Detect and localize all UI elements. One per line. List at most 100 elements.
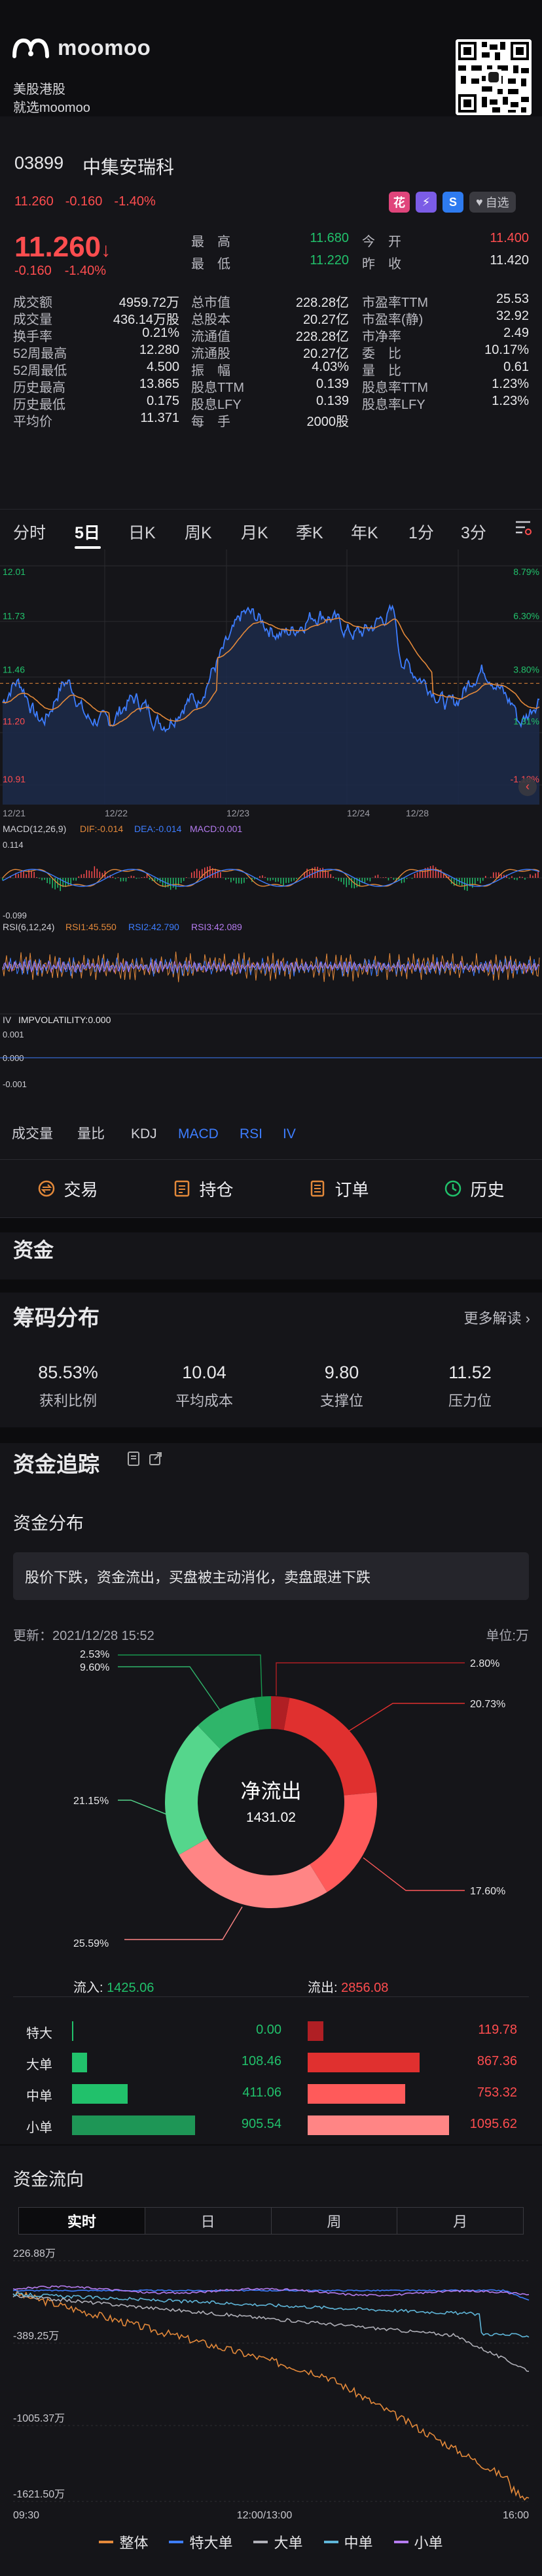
divider (0, 1218, 542, 1232)
quote-value: 4959.72万 (118, 296, 179, 310)
quote-value: 228.28亿 (295, 330, 349, 344)
qr-code[interactable] (456, 39, 532, 115)
tab-period[interactable]: 季K (296, 520, 323, 544)
indicator-tab[interactable]: RSI (240, 1126, 262, 1141)
indicator-tab[interactable]: 量比 (77, 1126, 105, 1141)
indicator-tab[interactable]: IV (283, 1126, 296, 1141)
divider (13, 1996, 529, 1997)
tab-underline (75, 546, 101, 549)
chart-settings-icon[interactable] (515, 519, 532, 536)
y-axis-right-label: 6.30% (513, 610, 539, 621)
chip-stat-label: 支撑位 (319, 1393, 363, 1409)
y-axis-right-label: 8.79% (513, 566, 539, 577)
donut-leader-line (276, 1662, 465, 1696)
positions-icon (175, 1180, 190, 1197)
macd-dea: DEA:-0.014 (134, 824, 182, 834)
history-button[interactable]: 历史 (406, 1160, 542, 1217)
quote-value: 436.14万股 (113, 313, 179, 327)
change-value: -0.160 (14, 264, 52, 278)
flower-icon[interactable]: 花 (389, 192, 410, 213)
divider (0, 1279, 542, 1293)
indicator-tab[interactable]: MACD (178, 1126, 219, 1141)
price-value: 11.260 (14, 231, 101, 263)
quote-value: 25.53 (496, 292, 529, 306)
legend-total: 整体 (99, 2532, 148, 2552)
tab-period[interactable]: 月K (241, 520, 268, 544)
chip-stat: 10.04 平均成本 (145, 1363, 263, 1410)
legend-medium-label: 中单 (344, 2535, 373, 2551)
flow-x-label: 16:00 (503, 2510, 529, 2521)
down-arrow-icon: ↓ (101, 239, 111, 261)
add-watchlist-button[interactable]: ♥ 自选 (469, 192, 516, 213)
chip-title: 筹码分布 (13, 1306, 99, 1330)
donut-leader-line (118, 1654, 262, 1697)
tab-period[interactable]: 日K (128, 520, 156, 544)
share-icon[interactable] (148, 1451, 164, 1467)
indicator-tab[interactable]: 成交量 (12, 1126, 53, 1141)
donut-center-value: 1431.02 (246, 1810, 296, 1825)
flow-x-label: 12:00/13:00 (237, 2510, 293, 2521)
quote-label: 股息TTM (191, 381, 245, 395)
quote-label: 换手率 (13, 330, 52, 344)
outflow-label: 流出: (308, 1981, 338, 1995)
tab-period[interactable]: 5日 (75, 520, 100, 544)
divider (0, 1427, 542, 1443)
outflow-row: 流出: 2856.08 (308, 1977, 388, 1996)
chip-stat: 9.80 支撑位 (283, 1363, 401, 1410)
inflow-bar (72, 2053, 87, 2072)
price-chart[interactable]: 12.01 11.73 11.46 11.20 10.91 8.79% 6.30% 3.80%… (0, 549, 542, 1158)
donut-percent-label: 17.60% (470, 1886, 505, 1897)
y-axis-label: 10.91 (3, 774, 26, 784)
more-analysis-link[interactable]: 更多解读 › (464, 1307, 530, 1328)
tab-period[interactable]: 年K (351, 520, 378, 544)
tab-month[interactable]: 月 (397, 2208, 523, 2234)
quote-value: 12.280 (139, 343, 179, 357)
flow-row-name: 中单 (26, 2089, 52, 2104)
info-doc-icon[interactable] (127, 1451, 141, 1467)
inflow-value: 1425.06 (107, 1981, 154, 1995)
orders-button[interactable]: 订单 (271, 1160, 406, 1217)
quote-label: 历史最低 (13, 398, 65, 412)
quote-label: 委 比 (362, 347, 401, 361)
quote-value: 11.371 (140, 411, 179, 425)
quote-low-value: 11.220 (310, 253, 349, 268)
tab-period[interactable]: 分时 (13, 520, 46, 544)
s-badge-icon[interactable]: S (443, 192, 463, 213)
trade-button[interactable]: 交易 (0, 1160, 136, 1217)
flow-y-label: -1621.50万 (13, 2489, 65, 2500)
quote-label: 流通股 (191, 347, 230, 361)
tab-realtime[interactable]: 实时 (19, 2208, 145, 2234)
rsi1: RSI1:45.550 (65, 922, 117, 932)
donut-leader-line (118, 1800, 170, 1816)
inflow-row: 流入: 1425.06 (73, 1977, 154, 1996)
change-percent: -1.40% (64, 264, 107, 278)
quote-label: 平均价 (13, 415, 52, 429)
macd-axis-label: 0.114 (3, 840, 24, 850)
outflow-row-value: 867.36 (477, 2054, 517, 2068)
quote-value: 32.92 (496, 309, 529, 323)
chip-stat: 11.52 压力位 (411, 1363, 529, 1410)
orders-label: 订单 (334, 1179, 369, 1200)
tab-period[interactable]: 周K (185, 520, 212, 544)
tab-period[interactable]: 1分 (408, 520, 434, 544)
update-time: 更新：2021/12/28 15:52 (13, 1629, 154, 1643)
chevron-right-icon: › (525, 1310, 530, 1327)
trade-icon (39, 1180, 55, 1197)
outflow-bar (308, 2053, 420, 2072)
lightning-icon[interactable]: ⚡ (416, 192, 437, 213)
indicator-tab[interactable]: KDJ (131, 1126, 157, 1141)
iv-label: IV (3, 1015, 12, 1025)
chip-stat-value: 85.53% (38, 1363, 98, 1382)
flow-y-label: 226.88万 (13, 2248, 56, 2259)
positions-label: 持仓 (199, 1179, 234, 1200)
quote-label: 市净率 (362, 330, 401, 344)
tab-period[interactable]: 3分 (461, 520, 486, 544)
quote-value: 2000股 (306, 415, 350, 429)
macd-dif: DIF:-0.014 (80, 824, 123, 834)
tab-day[interactable]: 日 (145, 2208, 272, 2234)
tab-week[interactable]: 周 (272, 2208, 398, 2234)
back-icon: ‹ (526, 780, 530, 793)
y-axis-label: 11.73 (3, 610, 25, 621)
positions-button[interactable]: 持仓 (136, 1160, 271, 1217)
chip-stat-label: 压力位 (448, 1393, 492, 1409)
